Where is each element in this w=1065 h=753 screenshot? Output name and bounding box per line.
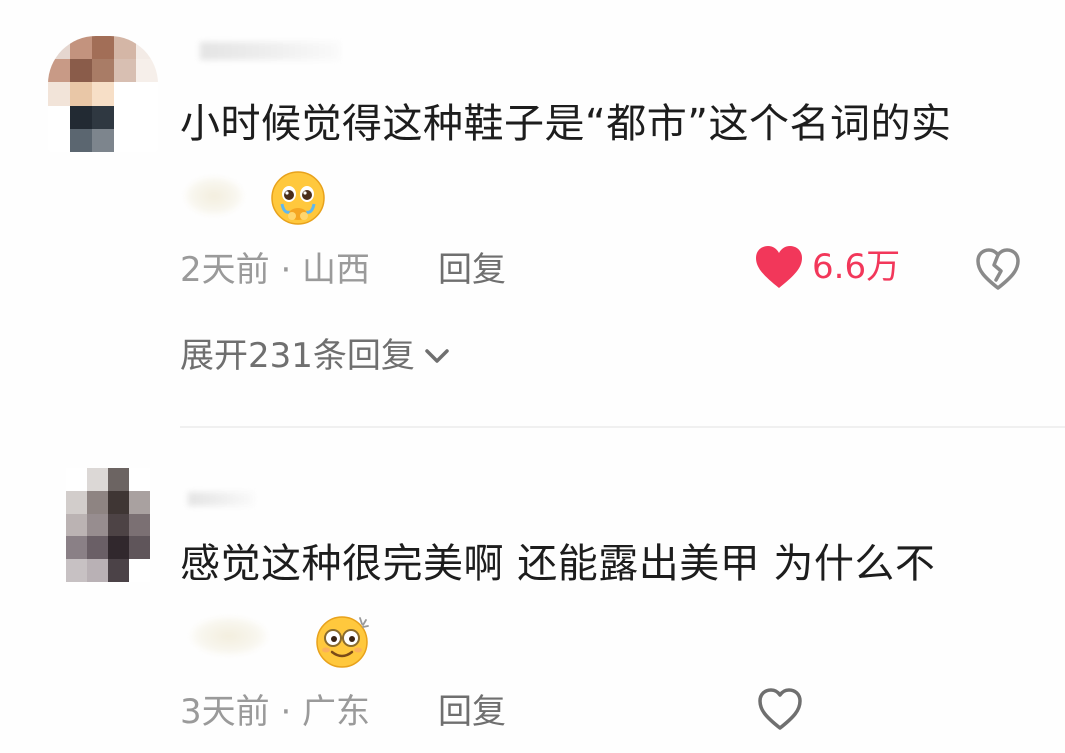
avatar-mosaic-tile — [129, 536, 150, 560]
avatar-mosaic-tile — [129, 559, 150, 582]
avatar-mosaic-tile — [92, 82, 114, 106]
comment-text: 感觉这种很完美啊 还能露出美甲 为什么不 — [180, 541, 936, 587]
avatar-mosaic-tile — [66, 513, 87, 537]
avatar-mosaic-tile — [92, 36, 114, 60]
avatar-mosaic-tile — [70, 59, 92, 83]
avatar-mosaic-tile — [48, 36, 70, 60]
avatar-mosaic-tile — [48, 82, 70, 106]
avatar-mosaic-tile — [48, 128, 70, 152]
reply-button[interactable]: 回复 — [438, 250, 506, 290]
smiling-face-with-glasses-icon — [316, 616, 369, 668]
avatar-mosaic-tile — [136, 82, 158, 106]
avatar-mosaic-tile — [66, 490, 87, 514]
avatar-mosaic-tile — [92, 128, 114, 152]
avatar-mosaic-tile — [114, 59, 136, 83]
broken-heart-icon[interactable] — [974, 246, 1022, 294]
like-button[interactable]: 6.6万 — [754, 244, 900, 290]
avatar-mosaic-tile — [108, 490, 129, 514]
avatar-mosaic-tile — [114, 128, 136, 152]
avatar[interactable] — [48, 36, 158, 152]
avatar-mosaic-tile — [114, 105, 136, 129]
avatar-mosaic-tile — [48, 59, 70, 83]
username-blurred[interactable] — [188, 492, 254, 506]
avatar-mosaic-tile — [87, 513, 108, 537]
avatar-mosaic-tile — [66, 536, 87, 560]
expand-replies-label: 展开231条回复 — [180, 336, 415, 376]
avatar-mosaic-tile — [70, 128, 92, 152]
heart-outline-icon[interactable] — [756, 686, 804, 734]
avatar-mosaic-tile — [136, 36, 158, 60]
pleading-face-icon — [271, 171, 325, 225]
avatar-mosaic-tile — [108, 559, 129, 582]
comment-divider — [180, 426, 1065, 428]
avatar-mosaic-tile — [87, 468, 108, 491]
chevron-down-icon — [425, 349, 449, 363]
avatar-mosaic-tile — [108, 468, 129, 491]
avatar-mosaic-tile — [48, 105, 70, 129]
avatar-mosaic-tile — [129, 468, 150, 491]
expand-replies-button[interactable]: 展开231条回复 — [180, 336, 453, 376]
reply-button[interactable]: 回复 — [438, 692, 506, 732]
sticker-blurred — [190, 616, 268, 656]
username-blurred[interactable] — [200, 42, 340, 60]
avatar-mosaic-tile — [129, 490, 150, 514]
avatar-mosaic-tile — [87, 559, 108, 582]
avatar-mosaic-tile — [108, 536, 129, 560]
avatar-mosaic-tile — [114, 82, 136, 106]
sticker-blurred — [184, 176, 244, 216]
avatar-mosaic-tile — [92, 105, 114, 129]
comment-time-location: 2天前 · 山西 — [180, 250, 371, 290]
avatar-mosaic-tile — [92, 59, 114, 83]
avatar-mosaic-tile — [70, 82, 92, 106]
avatar-mosaic-tile — [108, 513, 129, 537]
comment-list: 小时候觉得这种鞋子是“都市”这个名词的实 2天前 · 山西 回复 6.6万 展开… — [0, 0, 1065, 753]
like-count: 6.6万 — [812, 247, 901, 287]
comment-text: 小时候觉得这种鞋子是“都市”这个名词的实 — [180, 101, 952, 147]
avatar-mosaic-tile — [70, 105, 92, 129]
avatar-mosaic-tile — [136, 128, 158, 152]
avatar-mosaic-tile — [70, 36, 92, 60]
avatar-mosaic-tile — [114, 36, 136, 60]
heart-filled-icon — [756, 246, 802, 288]
avatar-mosaic-tile — [66, 559, 87, 582]
avatar-mosaic-tile — [129, 513, 150, 537]
avatar-mosaic-tile — [136, 105, 158, 129]
avatar[interactable] — [66, 468, 150, 582]
avatar-mosaic-tile — [136, 59, 158, 83]
comment-time-location: 3天前 · 广东 — [180, 692, 371, 732]
avatar-mosaic-tile — [87, 490, 108, 514]
avatar-mosaic-tile — [66, 468, 87, 491]
avatar-mosaic-tile — [87, 536, 108, 560]
